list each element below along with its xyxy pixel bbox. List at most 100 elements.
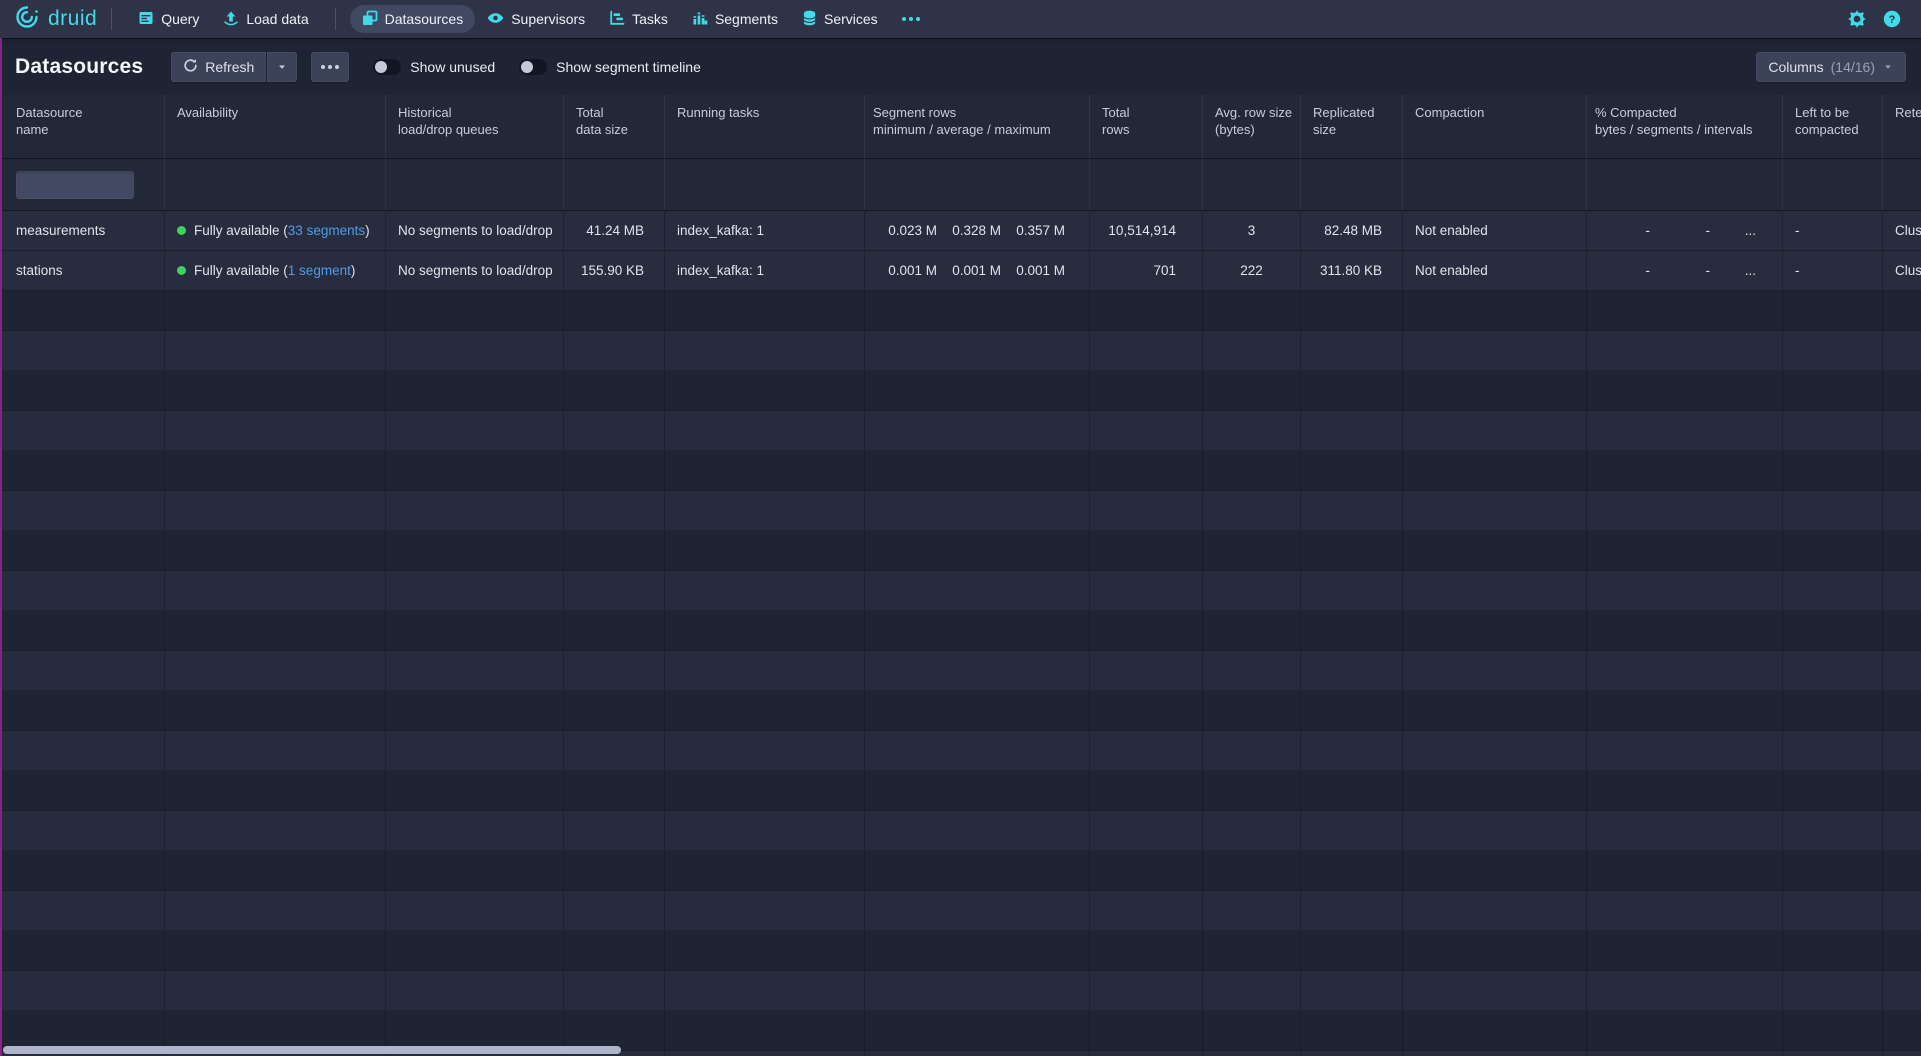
column-header-running-tasks[interactable]: Running tasks — [665, 95, 865, 158]
empty-row — [0, 731, 1921, 771]
total-rows-cell: 10,514,914 — [1090, 211, 1203, 250]
datasource-name[interactable]: measurements — [0, 211, 165, 250]
empty-row — [0, 331, 1921, 371]
show-unused-toggle[interactable]: Show unused — [373, 59, 495, 75]
gantt-icon — [609, 10, 625, 29]
nav-item-query[interactable]: Query — [126, 5, 211, 33]
window-edge — [0, 38, 2, 1056]
nav-item-tasks[interactable]: Tasks — [597, 5, 680, 33]
datasources-icon — [362, 10, 378, 29]
load-drop-queues-cell: No segments to load/drop — [386, 251, 564, 290]
compaction-cell: Not enabled — [1403, 251, 1587, 290]
nav-divider — [335, 8, 336, 30]
empty-row — [0, 371, 1921, 411]
pct-compacted-cell: - - ... — [1587, 251, 1783, 290]
datasources-table: Datasourcename Availability Historicallo… — [0, 95, 1921, 1056]
column-header-historical-queues[interactable]: Historicalload/drop queues — [386, 95, 564, 158]
column-header-avg-row-size[interactable]: Avg. row size(bytes) — [1203, 95, 1301, 158]
nav-item-load-data[interactable]: Load data — [211, 5, 320, 33]
page-header: Datasources Refresh Show unused Show seg… — [0, 38, 1921, 95]
column-header-datasource-name[interactable]: Datasourcename — [0, 95, 165, 158]
column-header-total-data-size[interactable]: Totaldata size — [564, 95, 665, 158]
pct-compacted-cell: - - ... — [1587, 211, 1783, 250]
running-tasks-cell: index_kafka: 1 — [665, 211, 865, 250]
nav-item-datasources[interactable]: Datasources — [350, 5, 476, 33]
nav-item-label: Supervisors — [511, 11, 585, 27]
segments-link[interactable]: 1 segment — [288, 263, 351, 278]
column-header-replicated-size[interactable]: Replicatedsize — [1301, 95, 1403, 158]
query-icon — [138, 10, 154, 29]
empty-row — [0, 571, 1921, 611]
empty-row — [0, 491, 1921, 531]
datasource-name-filter-input[interactable] — [16, 171, 134, 199]
svg-text:?: ? — [1889, 14, 1896, 26]
refresh-interval-caret[interactable] — [267, 52, 297, 82]
load-drop-queues-cell: No segments to load/drop — [386, 211, 564, 250]
nav-item-label: Datasources — [385, 11, 464, 27]
empty-row — [0, 1011, 1921, 1051]
empty-row — [0, 531, 1921, 571]
retention-cell: Cluster default — [1883, 251, 1921, 290]
refresh-button[interactable]: Refresh — [171, 52, 266, 82]
gear-icon[interactable] — [1848, 10, 1866, 28]
refresh-label: Refresh — [205, 59, 254, 75]
horizontal-scrollbar-thumb[interactable] — [3, 1046, 621, 1054]
columns-button[interactable]: Columns (14/16) — [1756, 52, 1906, 82]
eye-icon — [487, 10, 504, 29]
column-header-retention[interactable]: Retention — [1883, 95, 1921, 158]
druid-logo[interactable]: druid — [14, 4, 97, 35]
nav-item-label: Load data — [246, 11, 308, 27]
database-icon — [802, 10, 817, 29]
empty-row — [0, 451, 1921, 491]
running-tasks-cell: index_kafka: 1 — [665, 251, 865, 290]
help-icon[interactable]: ? — [1883, 10, 1901, 28]
avg-row-size-cell: 222 — [1203, 251, 1301, 290]
empty-row — [0, 891, 1921, 931]
filter-row — [0, 159, 1921, 211]
columns-label: Columns — [1768, 59, 1823, 75]
column-header-availability[interactable]: Availability — [165, 95, 386, 158]
column-header-total-rows[interactable]: Totalrows — [1090, 95, 1203, 158]
columns-count: (14/16) — [1831, 59, 1875, 75]
nav-item-label: Tasks — [632, 11, 668, 27]
availability-cell: Fully available (33 segments) — [165, 211, 386, 250]
nav-more-button[interactable] — [890, 5, 932, 33]
segments-link[interactable]: 33 segments — [288, 223, 365, 238]
empty-row — [0, 691, 1921, 731]
column-header-segment-rows[interactable]: Segment rowsminimum / average / maximum — [865, 95, 1090, 158]
segment-rows-cell: 0.023 M 0.328 M 0.357 M — [865, 211, 1090, 250]
nav-item-label: Query — [161, 11, 199, 27]
column-header-left-to-be-compacted[interactable]: Left to becompacted — [1783, 95, 1883, 158]
refresh-icon — [183, 58, 198, 76]
empty-row — [0, 811, 1921, 851]
toggle-label: Show unused — [410, 59, 495, 75]
total-rows-cell: 701 — [1090, 251, 1203, 290]
nav-item-segments[interactable]: Segments — [680, 5, 790, 33]
show-segment-timeline-toggle[interactable]: Show segment timeline — [519, 59, 701, 75]
retention-cell: Cluster default — [1883, 211, 1921, 250]
available-dot-icon — [177, 266, 186, 275]
top-navigation: druid Query Load data Datasources Superv… — [0, 0, 1921, 38]
segment-rows-cell: 0.001 M 0.001 M 0.001 M — [865, 251, 1090, 290]
nav-item-services[interactable]: Services — [790, 5, 890, 33]
more-actions-button[interactable] — [311, 52, 349, 82]
avg-row-size-cell: 3 — [1203, 211, 1301, 250]
replicated-size-cell: 82.48 MB — [1301, 211, 1403, 250]
nav-item-label: Services — [824, 11, 878, 27]
column-header-pct-compacted[interactable]: % Compactedbytes / segments / intervals — [1587, 95, 1783, 158]
nav-item-supervisors[interactable]: Supervisors — [475, 5, 597, 33]
refresh-split-button: Refresh — [171, 52, 297, 82]
toggle-track — [519, 59, 547, 75]
ellipsis-icon — [902, 17, 920, 21]
empty-row — [0, 771, 1921, 811]
empty-row — [0, 611, 1921, 651]
chevron-down-icon — [1882, 61, 1894, 73]
total-data-size-cell: 155.90 KB — [564, 251, 665, 290]
datasource-name[interactable]: stations — [0, 251, 165, 290]
available-dot-icon — [177, 226, 186, 235]
table-row: measurements Fully available (33 segment… — [0, 211, 1921, 251]
left-to-compact-cell: - — [1783, 211, 1883, 250]
table-header-row: Datasourcename Availability Historicallo… — [0, 95, 1921, 159]
compaction-cell: Not enabled — [1403, 211, 1587, 250]
column-header-compaction[interactable]: Compaction — [1403, 95, 1587, 158]
